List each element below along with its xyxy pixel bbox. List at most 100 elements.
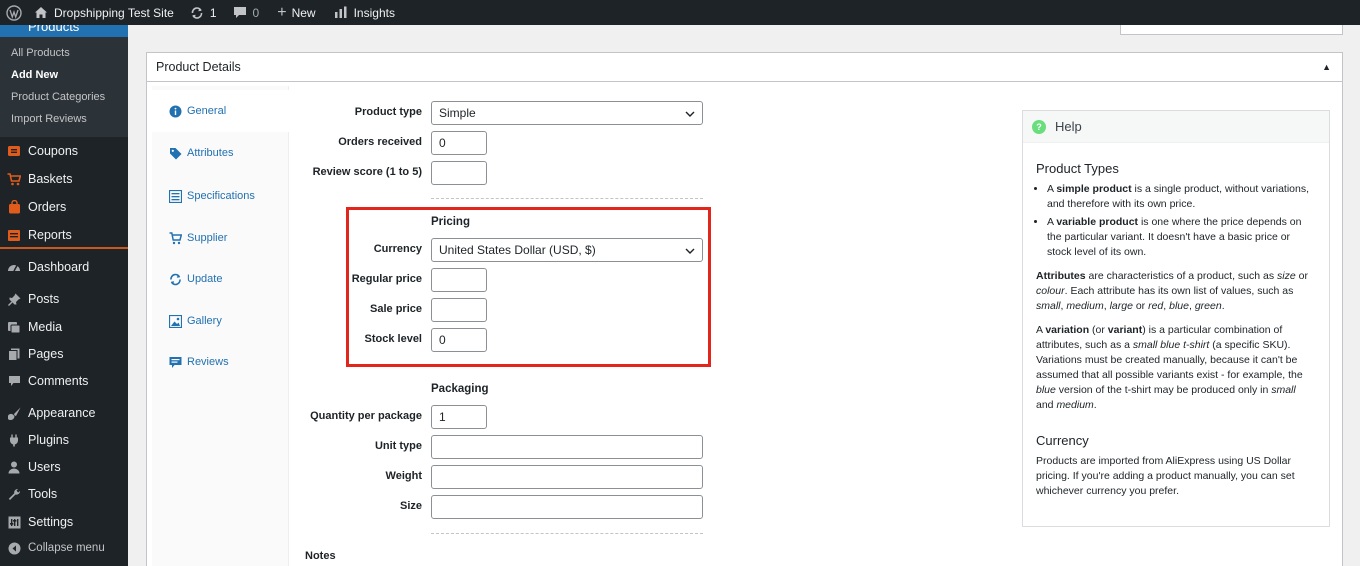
products-submenu: All Products Add New Product Categories … (0, 37, 128, 137)
plus-icon: + (277, 3, 287, 21)
list-item: A simple product is a single product, wi… (1047, 182, 1316, 212)
sidebar-item-orders[interactable]: Orders (0, 195, 128, 219)
list-item: A variable product is one where the pric… (1047, 215, 1316, 260)
media-icon (0, 321, 28, 334)
question-icon: ? (1032, 119, 1046, 134)
submenu-import-reviews[interactable]: Import Reviews (11, 113, 87, 125)
panel-header[interactable]: Product Details ▲ (147, 53, 1342, 82)
comments-link[interactable]: 0 (227, 0, 266, 25)
dashboard-gauge-icon (0, 261, 28, 273)
settings-sliders-icon (0, 516, 28, 529)
help-panel: ? Help Product Types A simple product is… (1022, 110, 1330, 527)
refresh-icon (169, 273, 182, 286)
review-bubble-icon (169, 356, 182, 369)
tag-icon (169, 147, 182, 160)
notes-label: Notes (305, 550, 336, 562)
refresh-icon (190, 6, 204, 20)
sidebar-item-products[interactable]: Products (0, 19, 128, 37)
help-variation-paragraph: A variation (or variant) is a particular… (1036, 324, 1303, 411)
cart-icon (169, 231, 182, 245)
gallery-icon (169, 314, 182, 328)
publish-box-remnant (1120, 25, 1343, 35)
sidebar-item-coupons[interactable]: Coupons (0, 139, 128, 163)
admin-sidebar: Products All Products Add New Product Ca… (0, 19, 128, 566)
submenu-product-categories[interactable]: Product Categories (11, 91, 105, 103)
sidebar-item-media[interactable]: Media (0, 315, 128, 339)
collapse-arrow-icon (0, 542, 28, 555)
submenu-add-new[interactable]: Add New (11, 69, 58, 81)
updates-link[interactable]: 1 (184, 0, 223, 25)
qty-per-package-label: Quantity per package (310, 410, 422, 422)
new-content-link[interactable]: + New (271, 0, 321, 25)
comments-count: 0 (252, 5, 260, 20)
insights-label: Insights (353, 5, 395, 20)
packaging-section-title: Packaging (431, 383, 489, 395)
help-attributes-paragraph: Attributes are characteristics of a prod… (1036, 270, 1308, 312)
collapse-up-icon[interactable]: ▲ (1322, 62, 1331, 72)
comment-icon (0, 375, 28, 387)
admin-bar: Dropshipping Test Site 1 0 + New Insight… (0, 0, 1360, 25)
help-currency-paragraph: Products are imported from AliExpress us… (1036, 455, 1295, 497)
new-label: New (291, 5, 316, 20)
info-icon (169, 105, 182, 118)
cart-icon (0, 172, 28, 186)
sidebar-item-settings[interactable]: Settings (0, 510, 128, 534)
product-tabs: General Attributes Specifications Suppli… (152, 86, 289, 566)
qty-per-package-input[interactable]: 1 (431, 405, 487, 429)
pricing-highlight-box (346, 207, 711, 367)
review-score-input[interactable] (431, 161, 487, 185)
sidebar-item-reports[interactable]: Reports (0, 223, 128, 247)
home-icon (34, 6, 48, 19)
product-type-label: Product type (354, 106, 422, 118)
sidebar-item-tools[interactable]: Tools (0, 482, 128, 506)
tab-reviews[interactable]: Reviews (152, 341, 289, 383)
updates-count: 1 (209, 5, 217, 20)
size-input[interactable] (431, 495, 703, 519)
sidebar-item-baskets[interactable]: Baskets (0, 167, 128, 191)
shopping-bag-icon (0, 200, 28, 214)
site-name-link[interactable]: Dropshipping Test Site (28, 0, 180, 25)
comment-bubble-icon (233, 6, 247, 19)
sidebar-item-plugins[interactable]: Plugins (0, 428, 128, 452)
list-icon (169, 189, 182, 203)
user-icon (0, 461, 28, 474)
coupon-icon (0, 145, 28, 157)
site-name: Dropshipping Test Site (54, 5, 174, 20)
size-label: Size (399, 500, 422, 512)
help-currency-heading: Currency (1036, 433, 1089, 448)
help-product-types-heading: Product Types (1036, 161, 1119, 176)
collapse-menu-button[interactable]: Collapse menu (0, 536, 128, 560)
help-body: Product Types A simple product is a sing… (1023, 143, 1329, 499)
report-icon (0, 229, 28, 242)
sidebar-item-dashboard[interactable]: Dashboard (0, 255, 128, 279)
help-header: ? Help (1023, 111, 1329, 143)
weight-label: Weight (385, 470, 422, 482)
sidebar-item-appearance[interactable]: Appearance (0, 401, 128, 425)
wrench-icon (0, 488, 28, 501)
orders-received-label: Orders received (338, 136, 422, 148)
paintbrush-icon (0, 407, 28, 420)
unit-type-input[interactable] (431, 435, 703, 459)
chevron-down-icon (685, 106, 695, 120)
review-score-label: Review score (1 to 5) (312, 166, 422, 178)
orders-received-input[interactable]: 0 (431, 131, 487, 155)
submenu-all-products[interactable]: All Products (11, 47, 70, 59)
pages-icon (0, 348, 28, 361)
sidebar-item-posts[interactable]: Posts (0, 287, 128, 311)
wordpress-logo-icon[interactable] (0, 0, 28, 25)
bar-chart-icon (334, 6, 348, 19)
weight-input[interactable] (431, 465, 703, 489)
menu-separator (0, 247, 128, 249)
plug-icon (0, 434, 28, 447)
product-type-select[interactable]: Simple (431, 101, 703, 125)
help-product-types-list: A simple product is a single product, wi… (1047, 182, 1316, 260)
sidebar-item-comments[interactable]: Comments (0, 369, 128, 393)
section-divider (431, 198, 703, 199)
insights-link[interactable]: Insights (328, 0, 401, 25)
panel-title: Product Details (156, 60, 241, 74)
sidebar-item-pages[interactable]: Pages (0, 342, 128, 366)
tab-specifications[interactable]: Specifications (152, 175, 289, 217)
sidebar-item-users[interactable]: Users (0, 455, 128, 479)
unit-type-label: Unit type (374, 440, 422, 452)
pushpin-icon (0, 293, 28, 306)
